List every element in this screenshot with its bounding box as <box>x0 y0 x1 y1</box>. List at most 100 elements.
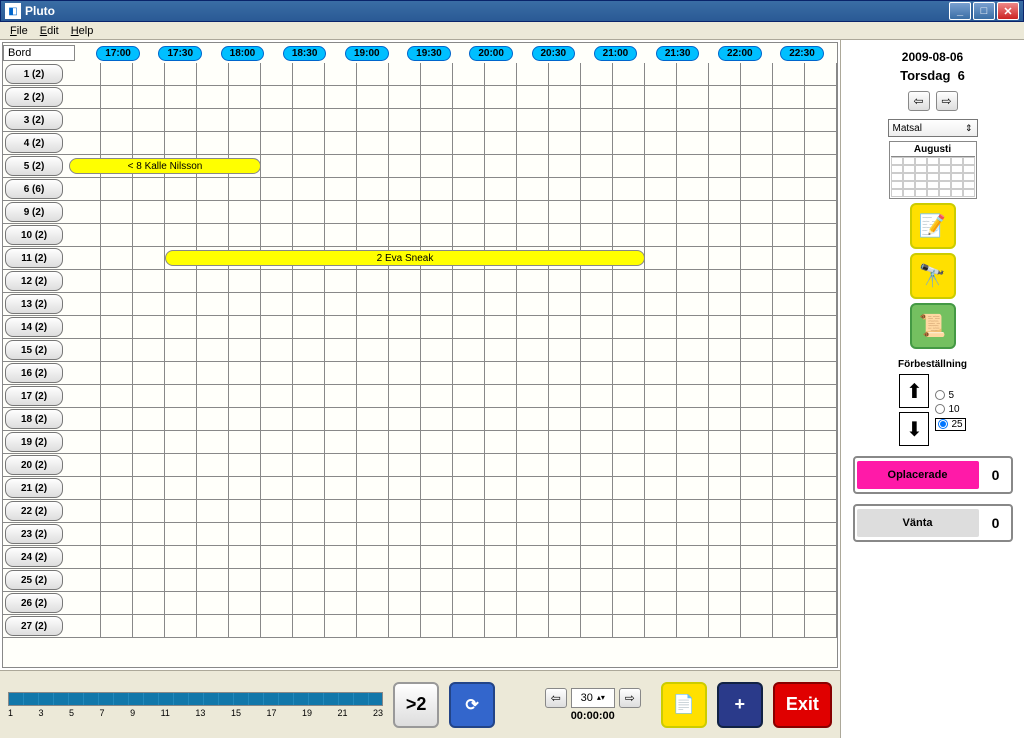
table-button[interactable]: 25 (2) <box>5 570 63 590</box>
table-button[interactable]: 14 (2) <box>5 317 63 337</box>
preorder-radio[interactable]: 25 <box>935 418 965 431</box>
wait-box[interactable]: Vänta 0 <box>853 504 1013 542</box>
time-header[interactable]: 20:30 <box>532 46 576 61</box>
side-panel: 2009-08-06 Torsdag 6 ⇦ ⇨ Matsal Augusti … <box>840 40 1024 738</box>
table-row: 9 (2) <box>3 201 837 224</box>
table-button[interactable]: 26 (2) <box>5 593 63 613</box>
table-button[interactable]: 15 (2) <box>5 340 63 360</box>
table-button[interactable]: 19 (2) <box>5 432 63 452</box>
edit-note-button[interactable]: 📝 <box>910 203 956 249</box>
day-timeline[interactable]: 1357911131517192123 <box>8 692 383 718</box>
table-button[interactable]: 4 (2) <box>5 133 63 153</box>
table-row: 23 (2) <box>3 523 837 546</box>
table-row: 15 (2) <box>3 339 837 362</box>
table-button[interactable]: 10 (2) <box>5 225 63 245</box>
table-row: 12 (2) <box>3 270 837 293</box>
time-header[interactable]: 21:00 <box>594 46 638 61</box>
preorder-radio[interactable]: 10 <box>935 404 965 415</box>
table-button[interactable]: 27 (2) <box>5 616 63 636</box>
table-row: 18 (2) <box>3 408 837 431</box>
time-header[interactable]: 21:30 <box>656 46 700 61</box>
scroll-icon: 📜 <box>919 313 946 339</box>
table-button[interactable]: 21 (2) <box>5 478 63 498</box>
table-button[interactable]: 13 (2) <box>5 294 63 314</box>
timer-display: 00:00:00 <box>571 710 615 722</box>
time-header[interactable]: 17:30 <box>158 46 202 61</box>
menubar: File Edit Help <box>0 22 1024 40</box>
room-select[interactable]: Matsal <box>888 119 978 137</box>
time-header[interactable]: 19:30 <box>407 46 451 61</box>
month-calendar[interactable]: Augusti <box>889 141 977 199</box>
table-button[interactable]: 5 (2) <box>5 156 63 176</box>
preorder-down-button[interactable]: ⬇ <box>899 412 929 446</box>
list-button[interactable]: 📜 <box>910 303 956 349</box>
table-row: 6 (6) <box>3 178 837 201</box>
time-header[interactable]: 19:00 <box>345 46 389 61</box>
page-spinner[interactable]: 30 ▴▾ <box>571 688 615 708</box>
table-button[interactable]: 22 (2) <box>5 501 63 521</box>
preorder-radio[interactable]: 5 <box>935 390 965 401</box>
filter-button[interactable]: >2 <box>393 682 439 728</box>
titlebar: ◧ Pluto _ □ ✕ <box>0 0 1024 22</box>
date-prev-button[interactable]: ⇦ <box>908 91 930 111</box>
table-row: 1 (2) <box>3 63 837 86</box>
table-button[interactable]: 11 (2) <box>5 248 63 268</box>
table-row: 19 (2) <box>3 431 837 454</box>
preorder-up-button[interactable]: ⬆ <box>899 374 929 408</box>
booking[interactable]: < 8 Kalle Nilsson <box>69 158 261 174</box>
table-button[interactable]: 6 (6) <box>5 179 63 199</box>
unplaced-box[interactable]: Oplacerade 0 <box>853 456 1013 494</box>
menu-file[interactable]: File <box>4 25 34 37</box>
close-button[interactable]: ✕ <box>997 2 1019 20</box>
table-button[interactable]: 23 (2) <box>5 524 63 544</box>
minimize-button[interactable]: _ <box>949 2 971 20</box>
menu-help[interactable]: Help <box>65 25 100 37</box>
table-row: 11 (2) 2 Eva Sneak <box>3 247 837 270</box>
table-row: 4 (2) <box>3 132 837 155</box>
table-row: 10 (2) <box>3 224 837 247</box>
booking[interactable]: 2 Eva Sneak <box>165 250 645 266</box>
schedule-area: Bord 17:00 17:30 18:00 18:30 19:00 19:30 20:00… <box>2 42 838 668</box>
refresh-button[interactable]: ⟳ <box>449 682 495 728</box>
refresh-icon: ⟳ <box>465 695 478 715</box>
table-button[interactable]: 1 (2) <box>5 64 63 84</box>
table-row: 24 (2) <box>3 546 837 569</box>
table-button[interactable]: 2 (2) <box>5 87 63 107</box>
nav-next-button[interactable]: ⇨ <box>619 688 641 708</box>
maximize-button[interactable]: □ <box>973 2 995 20</box>
table-button[interactable]: 12 (2) <box>5 271 63 291</box>
table-button[interactable]: 24 (2) <box>5 547 63 567</box>
table-button[interactable]: 3 (2) <box>5 110 63 130</box>
table-row: 27 (2) <box>3 615 837 638</box>
date-next-button[interactable]: ⇨ <box>936 91 958 111</box>
pencil-note-icon: 📝 <box>919 213 946 239</box>
time-header[interactable]: 20:00 <box>469 46 513 61</box>
bottom-bar: 1357911131517192123 >2 ⟳ ⇦ 30 ▴▾ ⇨ 00:00… <box>0 670 840 738</box>
table-button[interactable]: 20 (2) <box>5 455 63 475</box>
time-header[interactable]: 18:30 <box>283 46 327 61</box>
time-header[interactable]: 22:30 <box>780 46 824 61</box>
time-header[interactable]: 17:00 <box>96 46 140 61</box>
exit-button[interactable]: Exit <box>773 682 832 728</box>
binoculars-icon: 🔭 <box>919 263 946 289</box>
table-button[interactable]: 17 (2) <box>5 386 63 406</box>
table-row: 25 (2) <box>3 569 837 592</box>
preorder-label: Förbeställning <box>898 359 967 370</box>
search-button[interactable]: 🔭 <box>910 253 956 299</box>
table-row: 13 (2) <box>3 293 837 316</box>
table-button[interactable]: 9 (2) <box>5 202 63 222</box>
nav-prev-button[interactable]: ⇦ <box>545 688 567 708</box>
table-column-header: Bord <box>3 45 75 61</box>
current-date: 2009-08-06 <box>902 50 963 64</box>
time-header[interactable]: 18:00 <box>221 46 265 61</box>
add-button[interactable]: + <box>717 682 763 728</box>
document-icon: 📄 <box>673 694 695 715</box>
table-button[interactable]: 16 (2) <box>5 363 63 383</box>
menu-edit[interactable]: Edit <box>34 25 65 37</box>
table-button[interactable]: 18 (2) <box>5 409 63 429</box>
table-row: 17 (2) <box>3 385 837 408</box>
preorder-radio-group: 5 10 25 <box>935 390 965 431</box>
table-row: 21 (2) <box>3 477 837 500</box>
notes-button[interactable]: 📄 <box>661 682 707 728</box>
time-header[interactable]: 22:00 <box>718 46 762 61</box>
